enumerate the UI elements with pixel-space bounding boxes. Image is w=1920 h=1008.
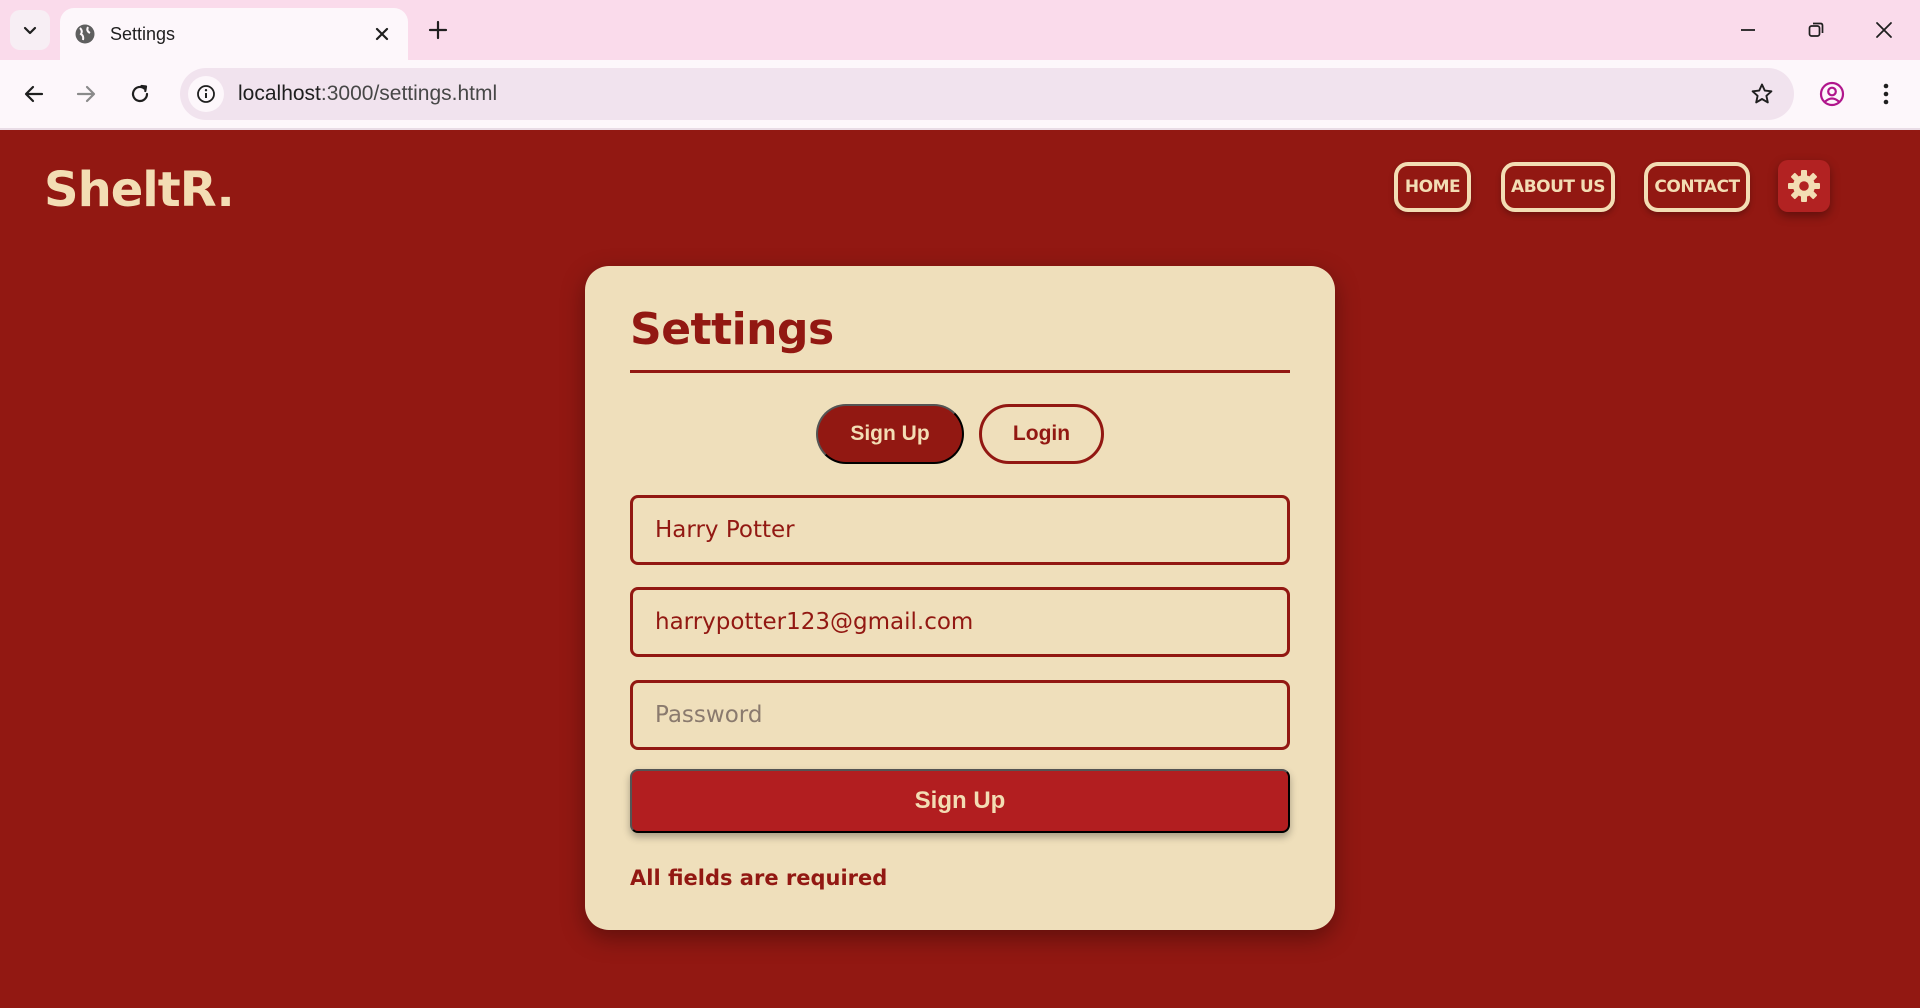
minimize-icon bbox=[1741, 29, 1755, 31]
browser-tab-settings[interactable]: Settings bbox=[60, 8, 408, 60]
account-icon bbox=[1819, 81, 1845, 107]
signup-submit-button[interactable]: Sign Up bbox=[630, 769, 1290, 833]
arrow-right-icon bbox=[76, 85, 96, 103]
settings-card: Settings Sign Up Login Harry Potter harr… bbox=[585, 266, 1335, 930]
globe-icon bbox=[75, 24, 95, 44]
new-tab-button[interactable] bbox=[420, 12, 456, 48]
restore-button[interactable] bbox=[1792, 10, 1840, 50]
password-field[interactable]: Password bbox=[630, 680, 1290, 750]
minimize-button[interactable] bbox=[1724, 10, 1772, 50]
password-field-placeholder: Password bbox=[655, 702, 763, 728]
form-validation-message: All fields are required bbox=[630, 866, 888, 890]
profile-button[interactable] bbox=[1812, 74, 1852, 114]
url-text: localhost:3000/settings.html bbox=[238, 82, 1742, 106]
url-host: localhost bbox=[238, 82, 321, 105]
page-title: Settings bbox=[630, 304, 834, 355]
arrow-left-icon bbox=[24, 85, 44, 103]
email-field-value: harrypotter123@gmail.com bbox=[655, 609, 974, 635]
site-header: SheltR. HOME ABOUT US CONTACT bbox=[0, 132, 1920, 252]
info-icon bbox=[197, 85, 215, 103]
plus-icon bbox=[428, 20, 448, 40]
settings-button[interactable] bbox=[1778, 160, 1830, 212]
name-field-value: Harry Potter bbox=[655, 517, 795, 543]
address-bar[interactable]: localhost:3000/settings.html bbox=[180, 68, 1794, 120]
reload-icon bbox=[131, 84, 149, 103]
tab-title: Settings bbox=[110, 23, 176, 44]
login-tab-button[interactable]: Login bbox=[979, 404, 1104, 464]
star-icon bbox=[1751, 83, 1773, 104]
email-field[interactable]: harrypotter123@gmail.com bbox=[630, 587, 1290, 657]
site-info-button[interactable] bbox=[188, 76, 224, 112]
restore-icon bbox=[1808, 22, 1824, 37]
nav-home-link[interactable]: HOME bbox=[1394, 162, 1471, 212]
nav-contact-link[interactable]: CONTACT bbox=[1644, 162, 1750, 212]
more-vertical-icon bbox=[1883, 83, 1889, 105]
close-window-button[interactable] bbox=[1860, 10, 1908, 50]
forward-button[interactable] bbox=[66, 74, 106, 114]
browser-menu-button[interactable] bbox=[1866, 74, 1906, 114]
chevron-down-icon bbox=[23, 26, 37, 35]
tab-close-button[interactable] bbox=[370, 22, 394, 46]
url-path: :3000/settings.html bbox=[320, 82, 498, 105]
close-icon bbox=[1876, 22, 1892, 38]
gear-icon bbox=[1788, 170, 1820, 202]
site-logo[interactable]: SheltR. bbox=[44, 162, 235, 218]
title-divider bbox=[630, 370, 1290, 373]
browser-toolbar: localhost:3000/settings.html bbox=[0, 60, 1920, 130]
name-field[interactable]: Harry Potter bbox=[630, 495, 1290, 565]
back-button[interactable] bbox=[14, 74, 54, 114]
reload-button[interactable] bbox=[120, 74, 160, 114]
nav-about-link[interactable]: ABOUT US bbox=[1501, 162, 1615, 212]
tab-search-button[interactable] bbox=[10, 10, 50, 50]
browser-tab-bar: Settings bbox=[0, 0, 1920, 60]
bookmark-button[interactable] bbox=[1742, 74, 1782, 114]
signup-tab-button[interactable]: Sign Up bbox=[816, 404, 964, 464]
close-icon bbox=[375, 27, 389, 41]
